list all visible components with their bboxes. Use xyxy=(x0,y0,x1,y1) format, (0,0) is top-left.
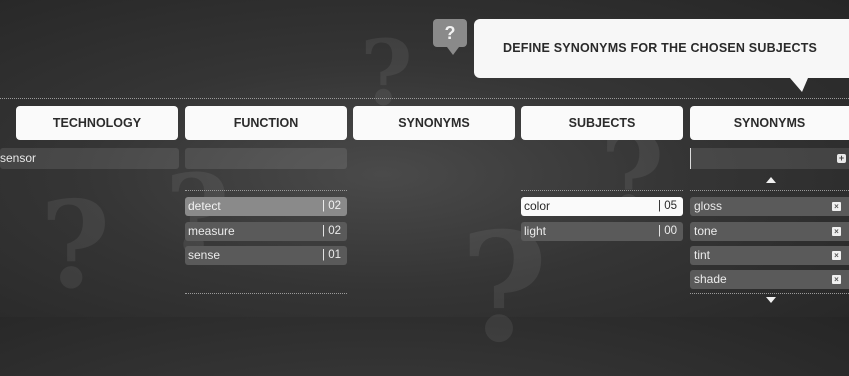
synonym-item-label: gloss xyxy=(694,199,723,213)
column-header-technology: TECHNOLOGY xyxy=(16,106,178,140)
synonym-item-shade[interactable]: shade × xyxy=(690,270,849,289)
function-item-count: | 01 xyxy=(322,249,341,261)
subject-list-top-divider xyxy=(521,190,683,191)
function-item-detect[interactable]: detect | 02 xyxy=(185,197,347,216)
arrow-down-icon[interactable] xyxy=(766,297,776,303)
synonym-input[interactable]: + xyxy=(690,148,849,169)
synonym-item-label: tone xyxy=(694,224,718,238)
function-input[interactable] xyxy=(185,148,347,169)
synonym-item-tint[interactable]: tint × xyxy=(690,246,849,265)
function-item-count: | 02 xyxy=(322,200,341,212)
column-header-function: FUNCTION xyxy=(185,106,347,140)
synonym-list-top-divider xyxy=(690,190,849,191)
synonym-item-tone[interactable]: tone × xyxy=(690,222,849,241)
function-list-top-divider xyxy=(185,190,347,191)
subject-item-label: light xyxy=(524,224,547,238)
instruction-bubble-tail xyxy=(790,78,808,92)
subject-item-count: | 00 xyxy=(658,225,677,237)
subject-item-count: | 05 xyxy=(658,200,677,212)
subject-item-label: color xyxy=(524,199,551,213)
plus-icon[interactable]: + xyxy=(837,154,846,163)
close-icon[interactable]: × xyxy=(832,202,841,211)
help-button[interactable]: ? xyxy=(433,19,467,55)
column-header-subjects: SUBJECTS xyxy=(521,106,683,140)
arrow-up-icon[interactable] xyxy=(766,177,776,183)
function-item-label: sense xyxy=(188,248,221,262)
function-item-measure[interactable]: measure | 02 xyxy=(185,222,347,241)
instruction-bubble: DEFINE SYNONYMS FOR THE CHOSEN SUBJECTS xyxy=(474,19,849,78)
close-icon[interactable]: × xyxy=(832,275,841,284)
synonym-list-bottom-divider xyxy=(690,293,849,294)
subject-item-color[interactable]: color | 05 xyxy=(521,197,683,216)
column-header-synonyms: SYNONYMS xyxy=(353,106,515,140)
function-item-label: detect xyxy=(188,199,221,213)
close-icon[interactable]: × xyxy=(832,251,841,260)
subject-item-light[interactable]: light | 00 xyxy=(521,222,683,241)
function-list-bottom-divider xyxy=(185,293,347,294)
function-item-label: measure xyxy=(188,224,235,238)
synonym-item-label: shade xyxy=(694,272,727,286)
background-question-mark: ? xyxy=(40,175,111,316)
synonym-item-label: tint xyxy=(694,248,711,262)
technology-input[interactable]: sensor xyxy=(0,148,179,169)
function-item-count: | 02 xyxy=(322,225,341,237)
function-item-sense[interactable]: sense | 01 xyxy=(185,246,347,265)
synonym-item-gloss[interactable]: gloss × xyxy=(690,197,849,216)
top-divider xyxy=(0,98,849,99)
close-icon[interactable]: × xyxy=(832,227,841,236)
column-header-synonyms: SYNONYMS xyxy=(690,106,849,140)
